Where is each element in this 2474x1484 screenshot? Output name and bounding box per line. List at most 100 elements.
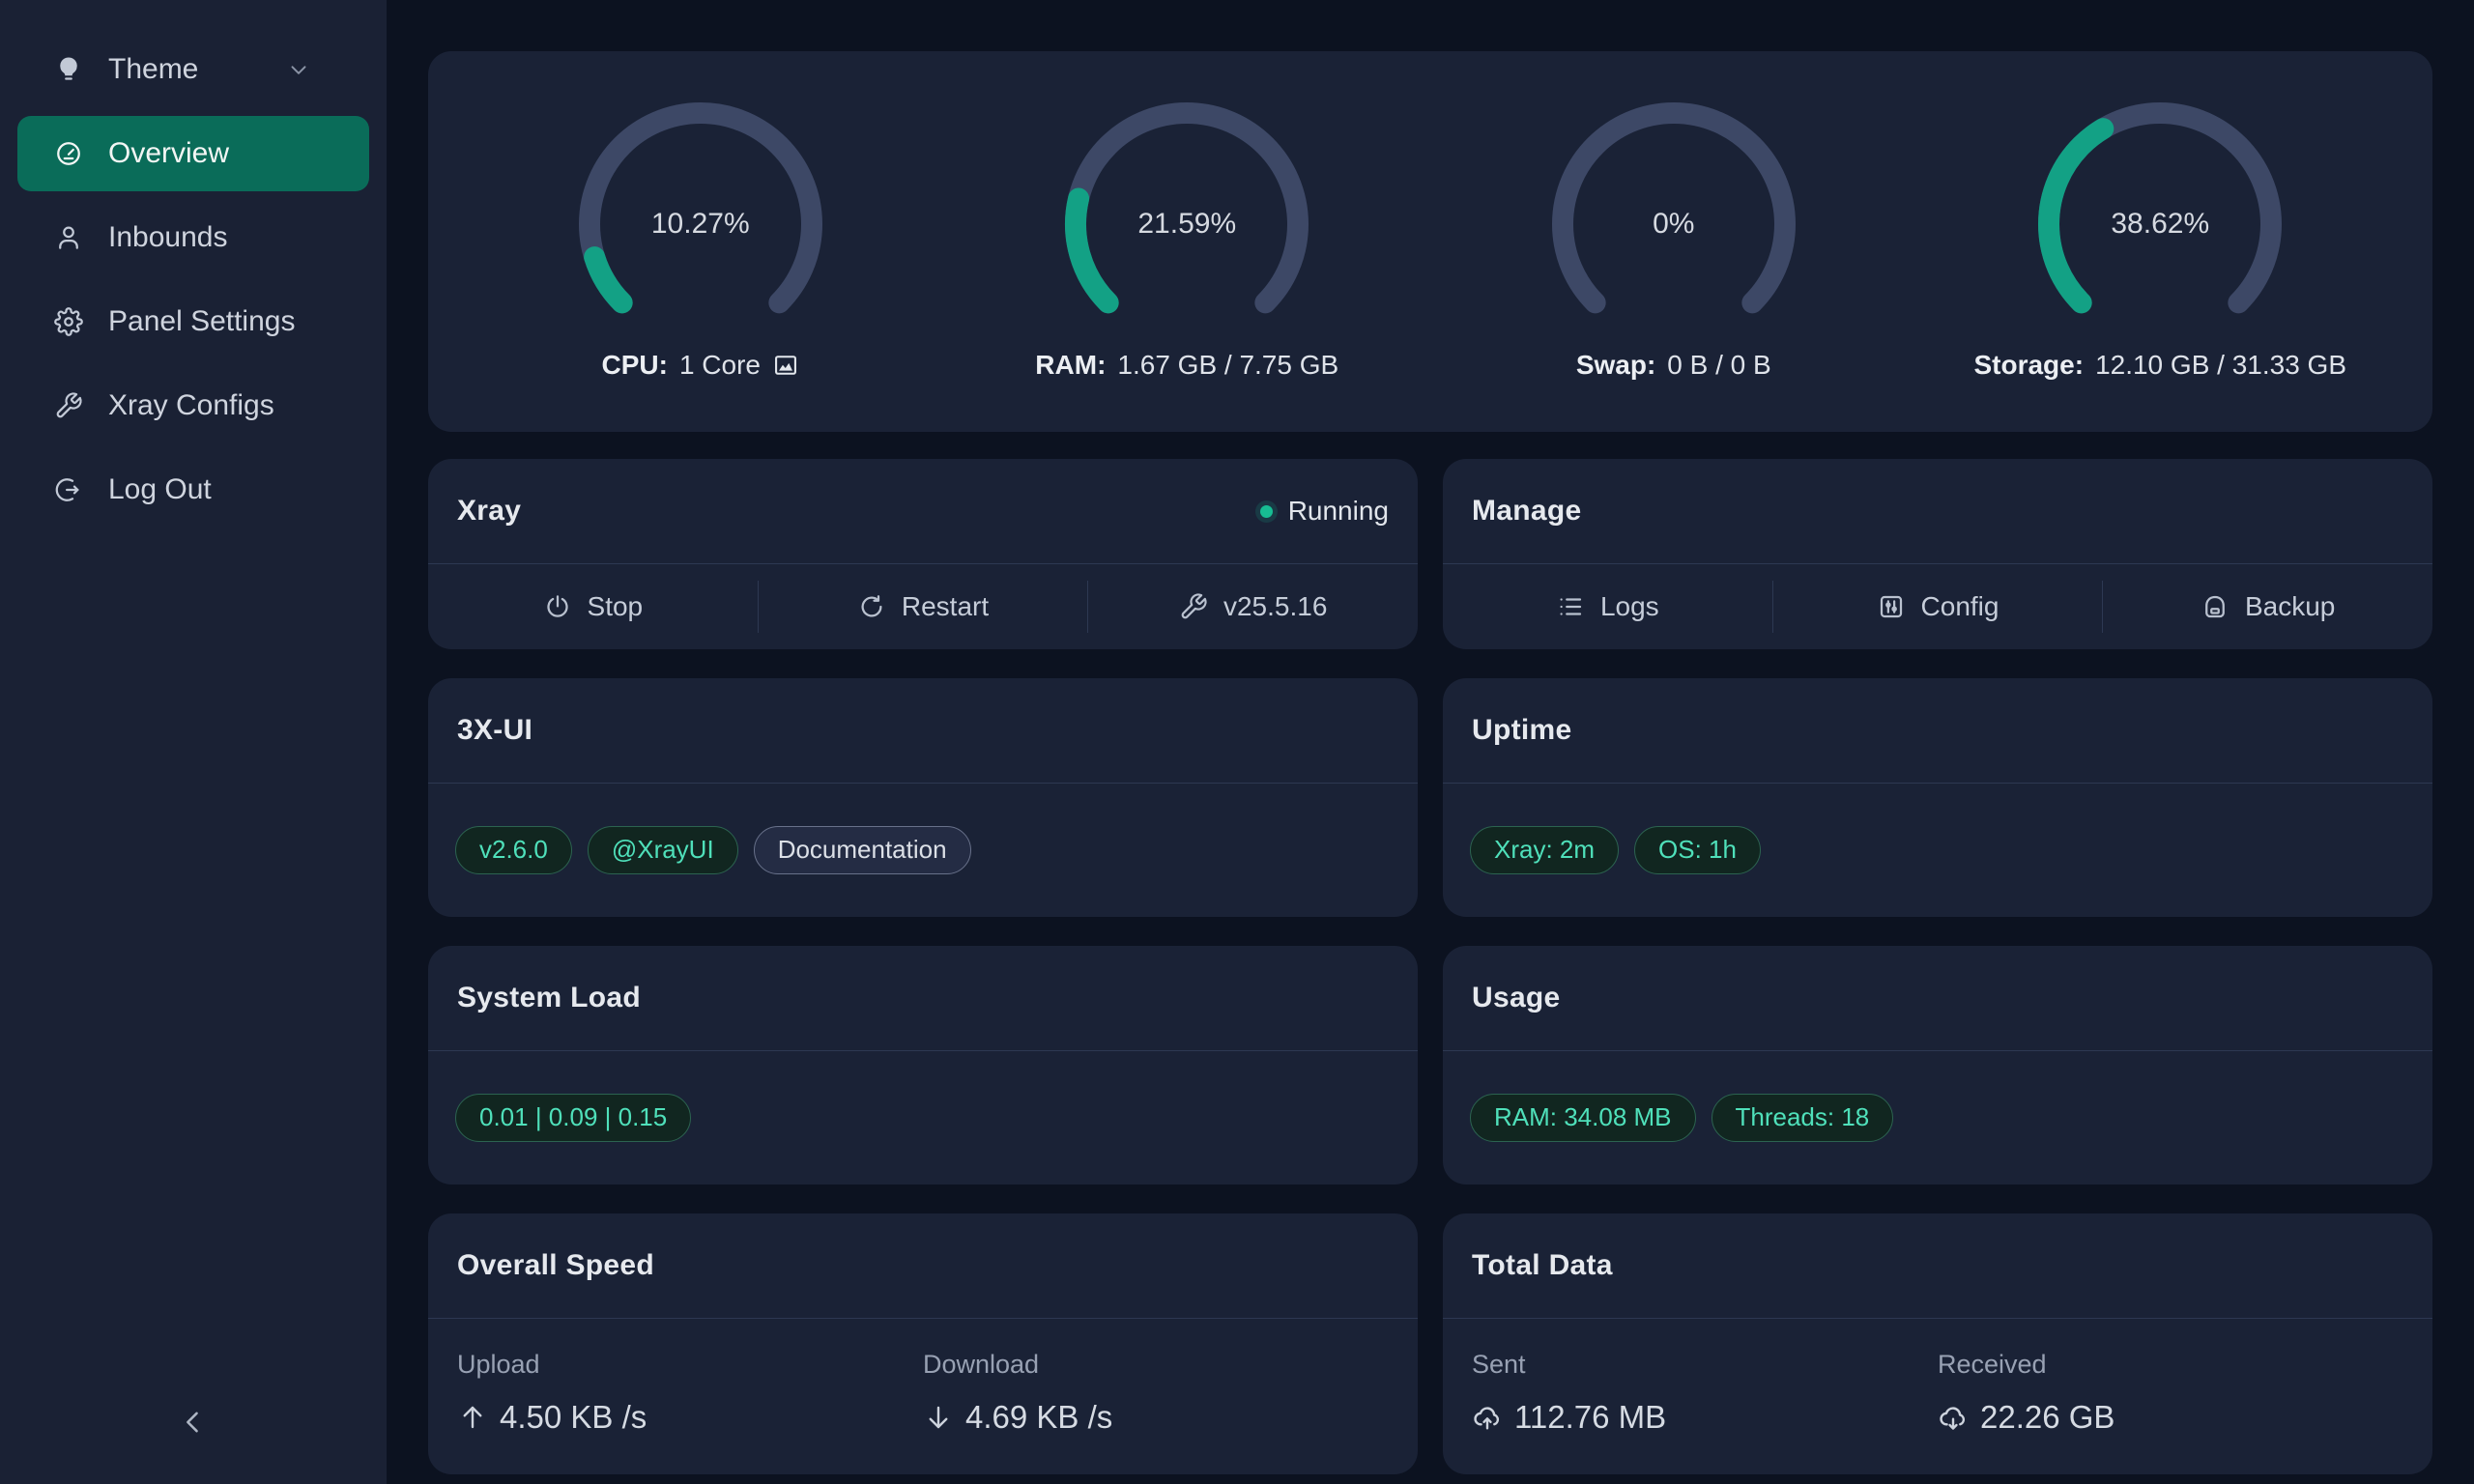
- action-label: Backup: [2245, 591, 2335, 622]
- card-usage: Usage RAM: 34.08 MB Threads: 18: [1443, 946, 2432, 1184]
- wrench-icon: [1179, 592, 1208, 621]
- stat-upload: Upload 4.50 KB /s: [457, 1319, 923, 1436]
- stat-label: Sent: [1472, 1350, 1938, 1380]
- stat-label: Upload: [457, 1350, 923, 1380]
- tag-os-1h: OS: 1h: [1634, 826, 1761, 873]
- card-3x-ui-title: 3X-UI: [457, 714, 532, 747]
- action-label: Logs: [1600, 591, 1659, 622]
- card-xray-title: Xray: [457, 495, 521, 528]
- stat-download: Download4.69 KB /s: [923, 1319, 1389, 1436]
- gauge-ram: 21.59% RAM:1.67 GB / 7.75 GB: [944, 102, 1431, 381]
- cloud-down-icon: [1938, 1402, 1969, 1433]
- arrow-up-icon: [457, 1402, 488, 1433]
- sidebar-item-overview[interactable]: Overview: [17, 116, 369, 191]
- gauge-cpu: 10.27% CPU:1 Core: [457, 102, 944, 381]
- gauge-icon: [54, 139, 83, 168]
- tag-threads-18: Threads: 18: [1712, 1094, 1894, 1141]
- gauge-cpu-label: CPU:1 Core: [602, 350, 800, 381]
- sidebar-nav: Theme Overview Inbounds Panel Settings Xray …: [0, 23, 387, 528]
- card-manage: Manage Logs Config Backup: [1443, 459, 2432, 649]
- arrow-down-icon: [923, 1402, 954, 1433]
- cloud-up-icon: [1472, 1402, 1503, 1433]
- sidebar-collapse-button[interactable]: [164, 1393, 222, 1451]
- sidebar-item-panel-settings[interactable]: Panel Settings: [17, 284, 369, 359]
- chevron-down-icon: [286, 57, 311, 82]
- action-label: v25.5.16: [1223, 591, 1327, 622]
- gauge-storage-label: Storage:12.10 GB / 31.33 GB: [1973, 350, 2346, 381]
- xray-action-v25-5-16[interactable]: v25.5.16: [1088, 564, 1418, 649]
- tag-xrayui[interactable]: @XrayUI: [588, 826, 738, 873]
- gauge-ram-percent: 21.59%: [1056, 208, 1317, 241]
- stat-value: 4.50 KB /s: [457, 1399, 923, 1436]
- gauge-ram-label: RAM:1.67 GB / 7.75 GB: [1035, 350, 1338, 381]
- sidebar-item-label: Log Out: [108, 473, 212, 506]
- stat-received: Received 22.26 GB: [1938, 1319, 2403, 1436]
- card-total-data-title: Total Data: [1472, 1249, 1613, 1282]
- action-label: Restart: [902, 591, 989, 622]
- gauge-swap-percent: 0%: [1543, 208, 1804, 241]
- main-content: 10.27% CPU:1 Core 21.59% RAM:1.67 GB / 7.75…: [387, 0, 2474, 1484]
- xray-status: Running: [1260, 496, 1389, 527]
- card-system-load-title: System Load: [457, 982, 641, 1014]
- tag-xray-2m: Xray: 2m: [1470, 826, 1619, 873]
- system-gauges-card: 10.27% CPU:1 Core 21.59% RAM:1.67 GB / 7.75…: [428, 51, 2432, 432]
- stat-value: 4.69 KB /s: [923, 1399, 1389, 1436]
- card-xray: Xray Running Stop Restart v25.5.16: [428, 459, 1418, 649]
- sidebar-item-label: Panel Settings: [108, 305, 295, 338]
- manage-action-logs[interactable]: Logs: [1443, 564, 1772, 649]
- gauge-cpu-percent: 10.27%: [570, 208, 831, 241]
- sidebar-item-label: Theme: [108, 53, 198, 86]
- gauge-storage-arc: 38.62%: [2029, 102, 2290, 344]
- stat-value-text: 4.69 KB /s: [965, 1399, 1112, 1436]
- card-total-data: Total Data Sent 112.76 MB Received 22.26 GB: [1443, 1213, 2432, 1474]
- user-icon: [54, 223, 83, 252]
- tag-documentation[interactable]: Documentation: [754, 826, 971, 873]
- stat-label: Received: [1938, 1350, 2403, 1380]
- stat-value-text: 4.50 KB /s: [500, 1399, 647, 1436]
- sidebar-item-log-out[interactable]: Log Out: [17, 452, 369, 528]
- stat-sent: Sent 112.76 MB: [1472, 1319, 1938, 1436]
- power-icon: [543, 592, 572, 621]
- stat-value-text: 112.76 MB: [1514, 1399, 1666, 1436]
- gauge-swap-label: Swap:0 B / 0 B: [1576, 350, 1771, 381]
- sidebar-item-label: Xray Configs: [108, 389, 274, 422]
- tag-0-01-0-09-0-15: 0.01 | 0.09 | 0.15: [455, 1094, 691, 1141]
- sidebar-item-label: Inbounds: [108, 221, 227, 254]
- manage-action-config[interactable]: Config: [1773, 564, 2103, 649]
- stat-value: 22.26 GB: [1938, 1399, 2403, 1436]
- gauge-storage: 38.62% Storage:12.10 GB / 31.33 GB: [1917, 102, 2404, 381]
- xray-action-stop[interactable]: Stop: [428, 564, 758, 649]
- sidebar: Theme Overview Inbounds Panel Settings Xray …: [0, 0, 387, 1484]
- gauge-cpu-arc: 10.27%: [570, 102, 831, 344]
- action-label: Stop: [588, 591, 644, 622]
- lightbulb-icon: [54, 55, 83, 84]
- manage-action-backup[interactable]: Backup: [2103, 564, 2432, 649]
- area-chart-icon[interactable]: [772, 352, 799, 379]
- gauge-swap-arc: 0%: [1543, 102, 1804, 344]
- card-overall-speed: Overall SpeedUpload4.50 KB /sDownload4.6…: [428, 1213, 1418, 1474]
- tag-ram-34-08-mb: RAM: 34.08 MB: [1470, 1094, 1696, 1141]
- logout-icon: [54, 475, 83, 504]
- list-icon: [1556, 592, 1585, 621]
- gauge-ram-arc: 21.59%: [1056, 102, 1317, 344]
- sidebar-item-label: Overview: [108, 137, 229, 170]
- gauge-storage-percent: 38.62%: [2029, 208, 2290, 241]
- sliders-icon: [1877, 592, 1906, 621]
- backup-icon: [2201, 592, 2229, 621]
- action-label: Config: [1921, 591, 1999, 622]
- cards-grid: Xray Running Stop Restart v25.5.16 Manage Logs…: [428, 459, 2432, 1474]
- stat-value-text: 22.26 GB: [1980, 1399, 2114, 1436]
- status-dot: [1260, 505, 1273, 518]
- card-3x-ui: 3X-UI v2.6.0 @XrayUI Documentation: [428, 678, 1418, 917]
- gear-icon: [54, 307, 83, 336]
- xray-action-restart[interactable]: Restart: [759, 564, 1088, 649]
- sidebar-item-xray-configs[interactable]: Xray Configs: [17, 368, 369, 443]
- stat-value: 112.76 MB: [1472, 1399, 1938, 1436]
- tag-v2-6-0[interactable]: v2.6.0: [455, 826, 572, 873]
- gauge-swap: 0% Swap:0 B / 0 B: [1430, 102, 1917, 381]
- sidebar-item-inbounds[interactable]: Inbounds: [17, 200, 369, 275]
- card-uptime-title: Uptime: [1472, 714, 1571, 747]
- card-usage-title: Usage: [1472, 982, 1561, 1014]
- card-manage-title: Manage: [1472, 495, 1582, 528]
- sidebar-item-theme[interactable]: Theme: [17, 32, 369, 107]
